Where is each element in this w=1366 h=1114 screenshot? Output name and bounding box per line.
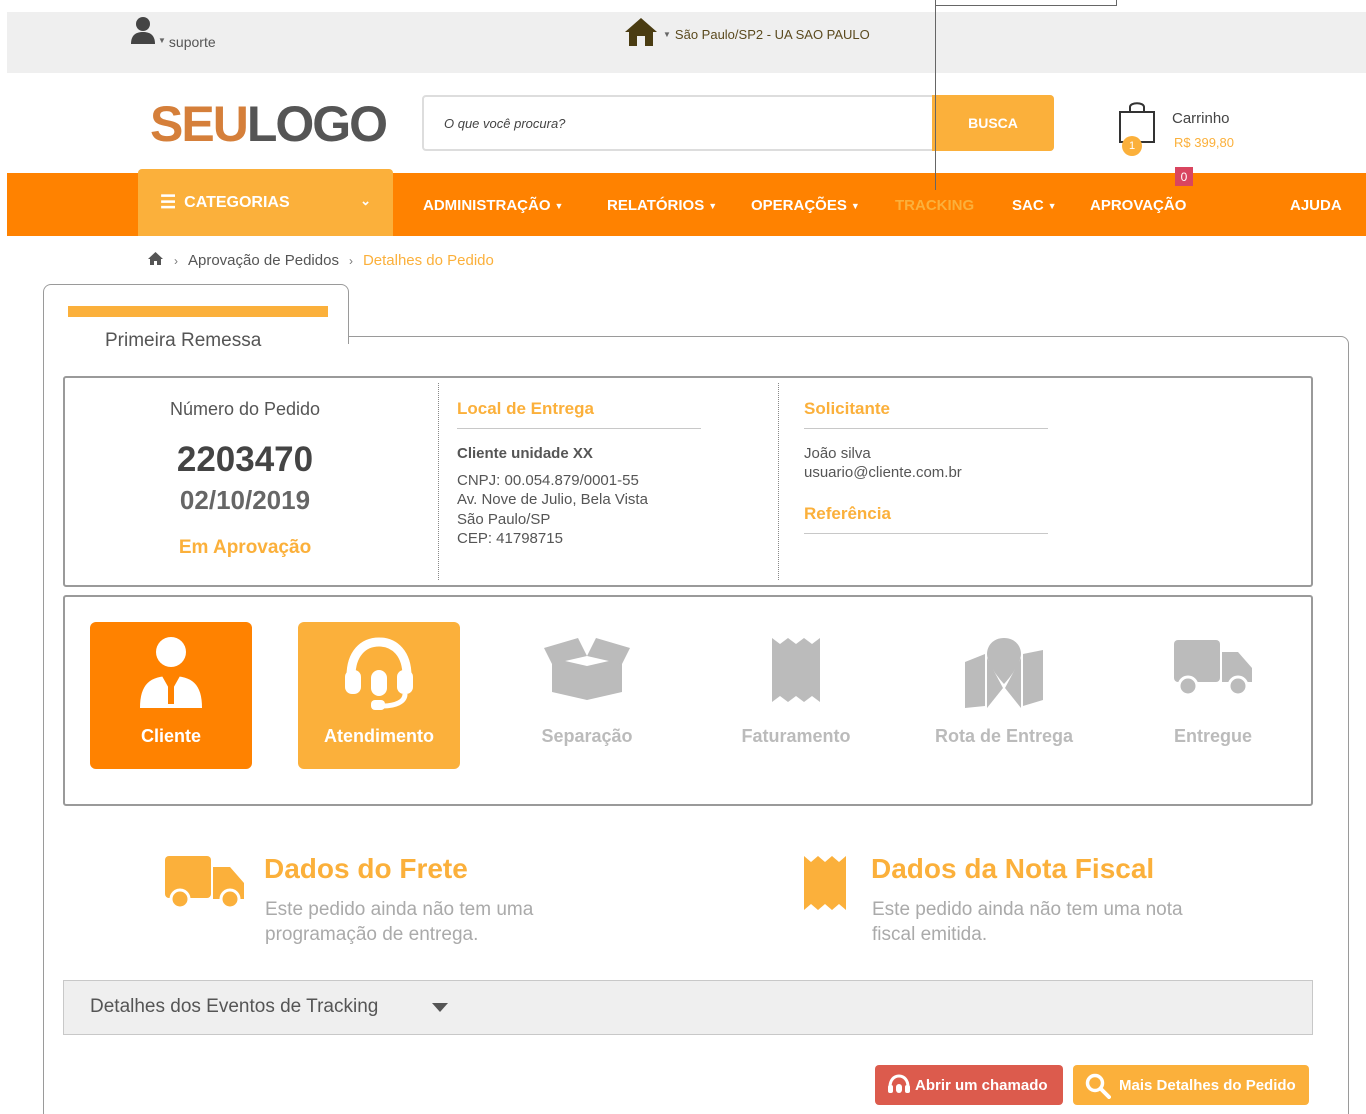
order-number: 2203470 (176, 440, 314, 479)
cart-total: R$ 399,80 (1174, 135, 1234, 150)
divider (778, 383, 779, 580)
invoice-icon (803, 855, 847, 916)
divider (935, 0, 936, 190)
search-input[interactable] (444, 97, 924, 149)
order-status: Em Aprovação (178, 537, 312, 558)
home-icon (623, 16, 659, 53)
location-selector[interactable]: ▼ São Paulo/SP2 - UA SAO PAULO (623, 16, 870, 53)
chevron-down-icon: ▼ (158, 36, 166, 45)
search-icon (1085, 1073, 1111, 1103)
step-entregue: Entregue (1132, 622, 1294, 769)
step-cliente: Cliente (90, 622, 252, 769)
invoice-text: Este pedido ainda não tem uma nota fisca… (872, 899, 1183, 945)
nav-item-operacoes[interactable]: OPERAÇÕES ▼ (751, 197, 860, 214)
invoice-title: Dados da Nota Fiscal (871, 853, 1155, 884)
step-label: Atendimento (324, 726, 434, 746)
chevron-down-icon: ▼ (663, 30, 671, 39)
location-label: São Paulo/SP2 - UA SAO PAULO (674, 27, 870, 42)
approval-count-badge: 0 (1175, 167, 1193, 186)
step-separacao: Separação (506, 622, 668, 769)
step-rota-de-entrega: Rota de Entrega (923, 622, 1085, 769)
freight-title: Dados do Frete (264, 853, 468, 884)
tracking-events-label: Detalhes dos Eventos de Tracking (90, 996, 379, 1017)
open-box-icon (506, 636, 668, 700)
tab-label: Primeira Remessa (105, 330, 262, 351)
client-icon (90, 636, 252, 708)
truck-icon (1132, 636, 1294, 696)
divider (457, 428, 701, 429)
nav-item-relatorios[interactable]: RELATÓRIOS ▼ (607, 197, 717, 214)
chevron-right-icon: › (174, 253, 178, 268)
headset-icon (298, 636, 460, 710)
logo[interactable]: SEULOGO (150, 97, 388, 151)
requester-title: Solicitante (804, 399, 890, 418)
cart-title[interactable]: Carrinho (1172, 110, 1230, 127)
step-label: Separação (541, 726, 633, 746)
user-name: suporte (168, 34, 216, 50)
categories-menu[interactable]: ☰ CATEGORIAS ⌄ (138, 169, 393, 236)
nav-item-ajuda[interactable]: AJUDA (1290, 197, 1342, 214)
order-date: 02/10/2019 (179, 485, 311, 515)
nav-item-aprovacao[interactable]: APROVAÇÃO (1090, 197, 1186, 214)
delivery-name: Cliente unidade XX (457, 445, 593, 462)
delivery-address: Av. Nove de Julio, Bela Vista (457, 491, 648, 508)
user-menu[interactable]: ▼ suporte (131, 16, 216, 49)
categories-label: CATEGORIAS (184, 193, 290, 211)
step-label: Rota de Entrega (934, 726, 1074, 746)
cart-count-badge: 1 (1122, 136, 1142, 156)
nav-item-administracao[interactable]: ADMINISTRAÇÃO ▼ (423, 197, 563, 214)
delivery-city: São Paulo/SP (457, 511, 551, 528)
tracking-events-toggle[interactable]: Detalhes dos Eventos de Tracking (63, 980, 1313, 1035)
breadcrumb-current: Detalhes do Pedido (362, 252, 494, 269)
menu-icon: ☰ (160, 192, 177, 212)
step-label: Cliente (140, 726, 201, 746)
step-faturamento: Faturamento (715, 622, 877, 769)
step-label: Faturamento (741, 726, 851, 746)
divider (935, 5, 1117, 6)
nav-item-tracking[interactable]: TRACKING (895, 197, 974, 214)
headset-icon (887, 1073, 911, 1101)
freight-text: Este pedido ainda não tem uma programaçã… (265, 899, 534, 945)
divider (438, 383, 439, 580)
delivery-cep: CEP: 41798715 (457, 530, 563, 547)
divider (804, 533, 1048, 534)
map-pin-icon (923, 636, 1085, 708)
truck-icon (164, 855, 246, 914)
caret-down-icon (432, 1003, 448, 1012)
order-number-label: Número do Pedido (169, 399, 321, 419)
home-icon[interactable] (147, 251, 164, 270)
search-button[interactable]: BUSCA (932, 95, 1054, 151)
delivery-title: Local de Entrega (457, 399, 594, 418)
user-icon (131, 16, 155, 49)
chevron-right-icon: › (348, 253, 353, 268)
breadcrumb-item[interactable]: Aprovação de Pedidos (188, 252, 339, 269)
requester-name: João silva (804, 445, 871, 462)
open-ticket-button[interactable]: Abrir um chamado (875, 1065, 1063, 1105)
requester-email: usuario@cliente.com.br (804, 464, 962, 481)
step-atendimento: Atendimento (298, 622, 460, 769)
reference-title: Referência (804, 504, 891, 523)
more-details-button[interactable]: Mais Detalhes do Pedido (1073, 1065, 1309, 1105)
chevron-down-icon: ⌄ (360, 193, 371, 208)
search-bar: BUSCA (422, 95, 1054, 151)
divider (1116, 0, 1117, 6)
breadcrumb: › Aprovação de Pedidos › Detalhes do Ped… (147, 251, 494, 270)
delivery-cnpj: CNPJ: 00.054.879/0001-55 (457, 472, 639, 489)
step-label: Entregue (1173, 726, 1252, 746)
divider (804, 428, 1048, 429)
invoice-icon (715, 636, 877, 704)
nav-item-sac[interactable]: SAC ▼ (1012, 197, 1057, 214)
tab-indicator (68, 306, 328, 317)
